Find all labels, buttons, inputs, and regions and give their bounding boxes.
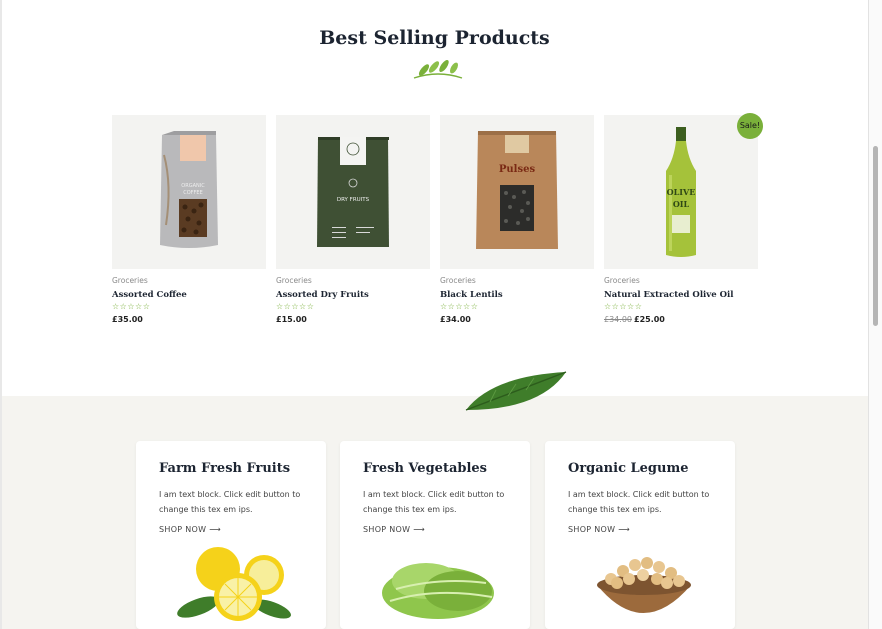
bottle-label-top: OLIVE — [667, 187, 696, 197]
product-image[interactable]: DRY FRUITS — [276, 115, 430, 269]
shop-now-link[interactable]: SHOP NOW ⟶ — [568, 525, 630, 534]
product-image[interactable]: Pulses — [440, 115, 594, 269]
lentils-bag-icon: Pulses — [476, 131, 558, 249]
product-price: £34.00 £25.00 — [604, 315, 758, 324]
category-card-vegetables[interactable]: Fresh Vegetables I am text block. Click … — [340, 441, 530, 629]
shop-now-label[interactable]: SHOP NOW — [363, 525, 410, 534]
product-name[interactable]: Black Lentils — [440, 290, 594, 300]
old-price: £34.00 — [604, 315, 632, 324]
product-price: £35.00 — [112, 315, 143, 324]
product-image[interactable]: ORGANIC COFFEE — [112, 115, 266, 269]
product-image[interactable]: OLIVE OIL — [604, 115, 758, 269]
category-text: I am text block. Click edit button to ch… — [363, 490, 505, 514]
coffee-bag-label: COFFEE — [183, 190, 203, 196]
leaf-sprig-icon — [413, 60, 463, 79]
rating-stars: ☆☆☆☆☆ — [440, 302, 479, 311]
category-card-legume[interactable]: Organic Legume I am text block. Click ed… — [545, 441, 735, 629]
product-price: £34.00 — [440, 315, 471, 324]
chickpeas-bowl-icon — [597, 557, 691, 613]
category-text: I am text block. Click edit button to ch… — [159, 490, 301, 514]
category-card-fruits[interactable]: Farm Fresh Fruits I am text block. Click… — [136, 441, 326, 629]
product-card-assorted-coffee[interactable]: ORGANIC COFFEE Groceries Assorted Coffee… — [112, 115, 266, 324]
sale-price: £25.00 — [634, 315, 665, 324]
product-price: £15.00 — [276, 315, 307, 324]
pouch-label: DRY FRUITS — [337, 197, 370, 203]
shop-now-link[interactable]: SHOP NOW ⟶ — [363, 525, 425, 534]
product-name[interactable]: Assorted Dry Fruits — [276, 290, 430, 300]
shop-now-label[interactable]: SHOP NOW — [159, 525, 206, 534]
product-name[interactable]: Natural Extracted Olive Oil — [604, 290, 758, 300]
sale-badge: Sale! — [737, 113, 763, 139]
rating-stars: ☆☆☆☆☆ — [604, 302, 643, 311]
lettuce-icon — [382, 563, 494, 619]
shop-now-label[interactable]: SHOP NOW — [568, 525, 615, 534]
category-title: Fresh Vegetables — [363, 461, 487, 476]
lemons-icon — [177, 547, 291, 621]
coffee-bag-label-top: ORGANIC — [181, 183, 205, 189]
arrow-right-icon: ⟶ — [413, 525, 425, 534]
product-card-assorted-dry-fruits[interactable]: DRY FRUITS Groceries Assorted Dry Fruits… — [276, 115, 430, 324]
category-title: Organic Legume — [568, 461, 689, 476]
lentils-bag-label: Pulses — [499, 164, 536, 175]
scrollbar-thumb[interactable] — [873, 146, 878, 326]
coffee-bag-icon: ORGANIC COFFEE — [160, 131, 218, 248]
shop-now-link[interactable]: SHOP NOW ⟶ — [159, 525, 221, 534]
scrollbar[interactable] — [868, 0, 882, 629]
product-category: Groceries — [440, 276, 476, 285]
product-card-black-lentils[interactable]: Pulses Groceries Black Lentils ☆☆☆☆☆ £34… — [440, 115, 594, 324]
bottle-label: OIL — [673, 199, 690, 209]
category-text: I am text block. Click edit button to ch… — [568, 490, 710, 514]
section-title: Best Selling Products — [319, 27, 550, 49]
product-category: Groceries — [276, 276, 312, 285]
category-title: Farm Fresh Fruits — [159, 461, 291, 476]
product-card-olive-oil[interactable]: OLIVE OIL Groceries Natural Extracted Ol… — [604, 115, 758, 324]
product-category: Groceries — [112, 276, 148, 285]
rating-stars: ☆☆☆☆☆ — [276, 302, 315, 311]
product-category: Groceries — [604, 276, 640, 285]
product-name[interactable]: Assorted Coffee — [112, 290, 266, 300]
dry-fruits-pouch-icon: DRY FRUITS — [317, 137, 389, 247]
olive-oil-bottle-icon: OLIVE OIL — [666, 127, 696, 257]
rating-stars: ☆☆☆☆☆ — [112, 302, 151, 311]
arrow-right-icon: ⟶ — [618, 525, 630, 534]
leaf-icon — [465, 371, 567, 411]
arrow-right-icon: ⟶ — [209, 525, 221, 534]
